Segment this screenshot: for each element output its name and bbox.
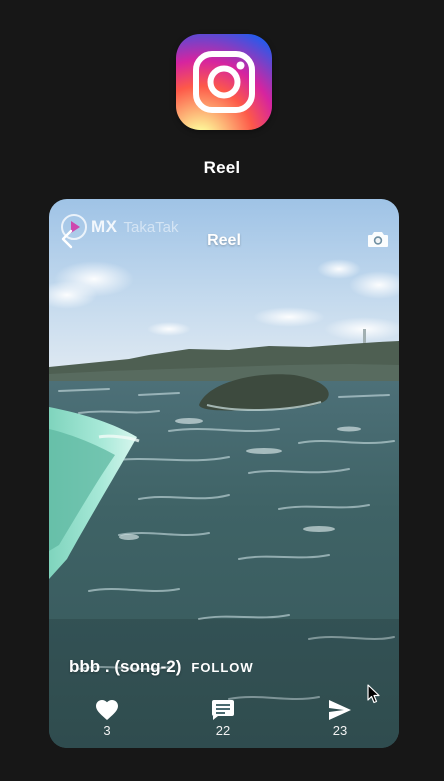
comment-button[interactable]: 22 <box>193 699 253 738</box>
send-icon <box>329 700 351 720</box>
like-button[interactable]: 3 <box>77 699 137 738</box>
instagram-logo-icon <box>176 34 272 130</box>
share-count: 23 <box>332 723 348 738</box>
reel-caption: bbb . (song-2) FOLLOW <box>69 657 254 677</box>
comment-icon <box>212 700 234 720</box>
reel-header-title: Reel <box>207 232 241 249</box>
like-count: 3 <box>103 723 111 738</box>
comment-count: 22 <box>215 723 231 738</box>
song-label: bbb . (song-2) <box>69 657 182 676</box>
camera-icon[interactable] <box>367 229 389 249</box>
instagram-glyph <box>193 51 255 113</box>
page-title: Reel <box>203 158 241 177</box>
reels-page: Reel MX TakaTak Reel bbb . (song-2) FOLL… <box>0 0 444 781</box>
share-button[interactable]: 23 <box>310 699 370 738</box>
reel-video-card[interactable]: MX TakaTak Reel bbb . (song-2) FOLLOW 3 <box>49 199 399 748</box>
reel-actions-bar: 3 22 23 <box>49 699 399 747</box>
follow-button[interactable]: FOLLOW <box>191 660 253 675</box>
heart-icon <box>96 700 118 720</box>
